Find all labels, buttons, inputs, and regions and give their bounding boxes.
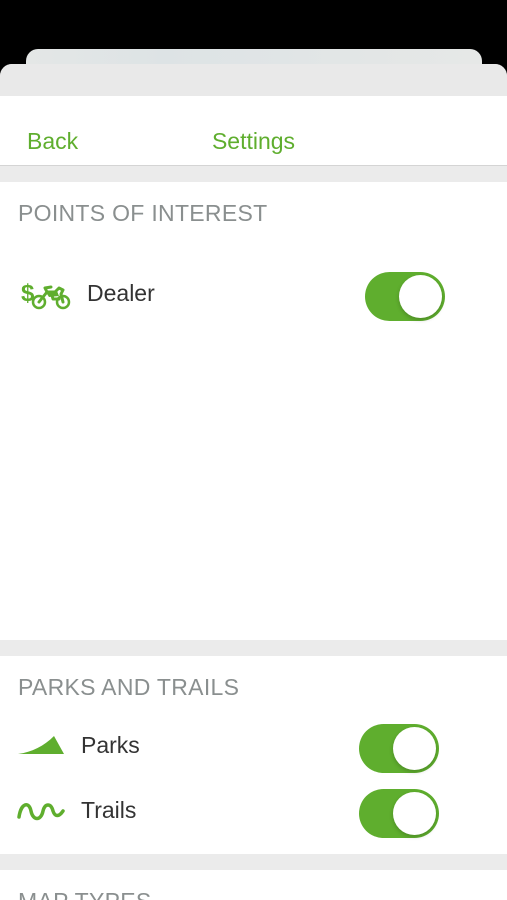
dealer-toggle[interactable] (365, 272, 445, 321)
sheet-grabber-area (0, 64, 507, 96)
toggle-knob (393, 792, 436, 835)
parks-label: Parks (81, 732, 140, 758)
list-item-parks: Parks (0, 722, 507, 778)
list-item-trails: Trails (0, 787, 507, 843)
park-hill-icon (18, 732, 66, 761)
section-points-of-interest: POINTS OF INTEREST $ Dealer (0, 182, 507, 640)
dealer-motorcycle-icon: $ (21, 278, 73, 315)
settings-screen: Settings Back POINTS OF INTEREST $ Deale… (0, 0, 507, 900)
section-header: MAP TYPES (18, 888, 152, 900)
parks-toggle[interactable] (359, 724, 439, 773)
section-header: PARKS AND TRAILS (18, 674, 240, 700)
section-map-types: MAP TYPES (0, 870, 507, 900)
trail-squiggle-icon (17, 795, 67, 832)
trails-toggle[interactable] (359, 789, 439, 838)
trails-label: Trails (81, 797, 137, 823)
section-header: POINTS OF INTEREST (18, 200, 268, 226)
dealer-label: Dealer (87, 280, 155, 306)
settings-sheet: Settings Back POINTS OF INTEREST $ Deale… (0, 64, 507, 900)
toggle-knob (393, 727, 436, 770)
back-button[interactable]: Back (27, 128, 78, 155)
list-item-dealer: $ Dealer (0, 270, 507, 326)
toggle-knob (399, 275, 442, 318)
section-parks-and-trails: PARKS AND TRAILS Parks Trails (0, 656, 507, 854)
navigation-bar: Settings Back (0, 96, 507, 166)
